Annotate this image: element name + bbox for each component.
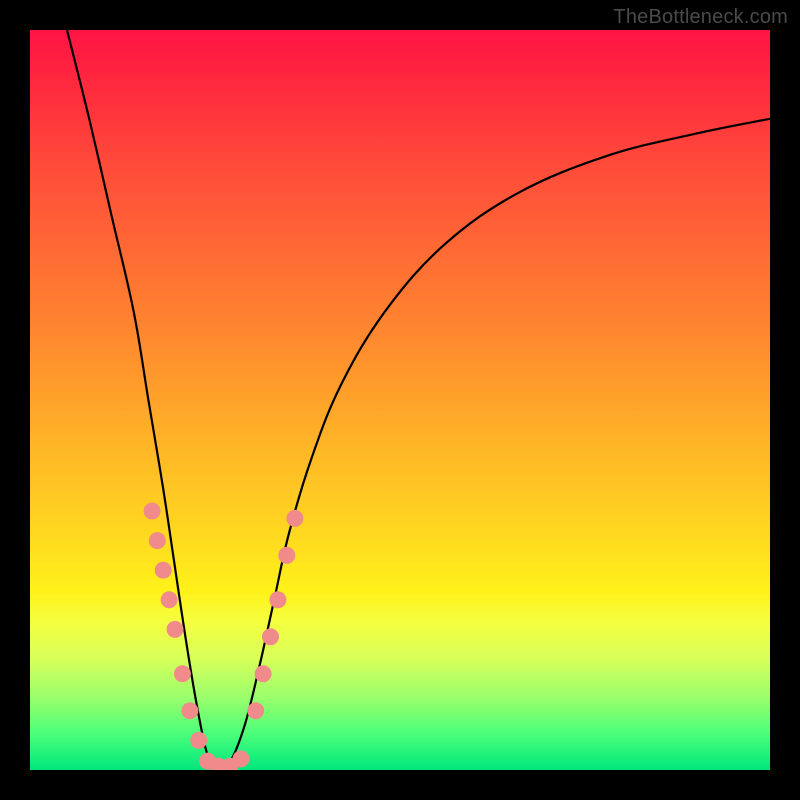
chart-frame: TheBottleneck.com bbox=[0, 0, 800, 800]
marker-dot bbox=[247, 702, 264, 719]
marker-dot bbox=[278, 547, 295, 564]
marker-dot bbox=[174, 665, 191, 682]
marker-dot bbox=[155, 562, 172, 579]
marker-dot bbox=[161, 591, 178, 608]
marker-dots bbox=[144, 503, 304, 771]
marker-dot bbox=[149, 532, 166, 549]
marker-dot bbox=[167, 621, 184, 638]
marker-dot bbox=[286, 510, 303, 527]
marker-dot bbox=[232, 750, 249, 767]
curve-svg bbox=[30, 30, 770, 770]
marker-dot bbox=[144, 503, 161, 520]
marker-dot bbox=[181, 702, 198, 719]
bottleneck-curve bbox=[67, 30, 770, 770]
marker-dot bbox=[190, 732, 207, 749]
watermark-text: TheBottleneck.com bbox=[613, 6, 788, 29]
marker-dot bbox=[255, 665, 272, 682]
plot-area bbox=[30, 30, 770, 770]
marker-dot bbox=[269, 591, 286, 608]
marker-dot bbox=[262, 628, 279, 645]
